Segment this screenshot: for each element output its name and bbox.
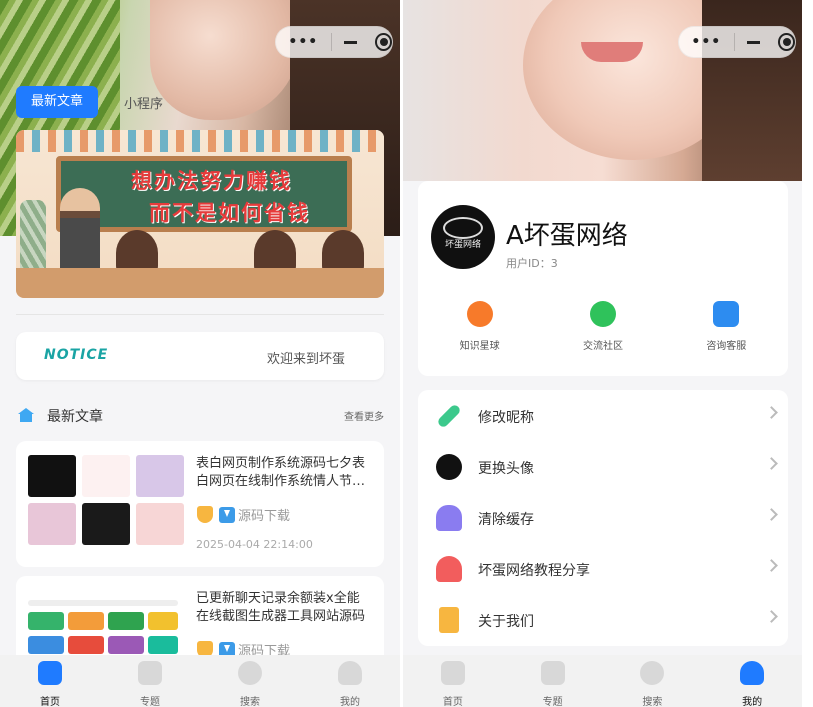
broom-icon <box>436 505 462 531</box>
profile-screen: ••• 坏蛋网络 A坏蛋网络 用户ID：3 知识星球 交流社区 咨询客服 修改昵… <box>403 0 802 707</box>
chat-icon <box>589 301 616 327</box>
shield-icon <box>197 506 213 523</box>
chevron-right-icon <box>765 406 778 419</box>
home-screen: ••• 最新文章 小程序 想办法努力赚钱 而不是如何省钱 NOTICE 欢迎来到… <box>0 0 400 707</box>
article-badges: 源码下载 <box>197 505 290 524</box>
search-icon <box>640 661 665 685</box>
chevron-right-icon <box>765 610 778 623</box>
banner-image[interactable]: 想办法努力赚钱 而不是如何省钱 <box>16 130 384 298</box>
tabbar-item-home[interactable]: 首页 <box>403 655 503 707</box>
topic-icon <box>540 661 565 685</box>
tabbar-item-mine[interactable]: 我的 <box>702 655 802 707</box>
menu-item-clear-cache[interactable]: 清除缓存 <box>418 492 788 543</box>
profile-card: 坏蛋网络 A坏蛋网络 用户ID：3 知识星球 交流社区 咨询客服 <box>418 181 788 376</box>
article-title[interactable]: 表白网页制作系统源码七夕表白网页在线制作系统情人节… <box>196 455 372 491</box>
search-icon <box>238 661 262 685</box>
chalkboard: 想办法努力赚钱 而不是如何省钱 <box>56 156 352 232</box>
article-tag: 源码下载 <box>238 509 291 524</box>
menu-item-change-avatar[interactable]: 更换头像 <box>418 441 788 492</box>
tabbar-item-mine[interactable]: 我的 <box>300 655 400 707</box>
shortcut-community[interactable]: 交流社区 <box>541 299 664 359</box>
content-tabs: 最新文章 小程序 <box>16 86 163 118</box>
section-title: 最新文章 <box>47 409 103 425</box>
minimize-icon[interactable] <box>746 40 760 44</box>
tab-latest-articles[interactable]: 最新文章 <box>16 86 99 118</box>
close-icon[interactable] <box>777 33 796 51</box>
avatar[interactable]: 坏蛋网络 <box>431 205 495 269</box>
minimize-icon[interactable] <box>343 40 357 44</box>
home-icon <box>38 661 62 685</box>
notice-bar[interactable]: NOTICE 欢迎来到坏蛋 <box>16 332 384 380</box>
miniprogram-capsule[interactable]: ••• <box>275 26 393 58</box>
planet-icon <box>466 301 493 327</box>
home-icon <box>18 408 34 422</box>
shortcut-row: 知识星球 交流社区 咨询客服 <box>418 299 788 359</box>
article-card[interactable]: 表白网页制作系统源码七夕表白网页在线制作系统情人节… 源码下载 2025-04-… <box>16 441 384 567</box>
user-name: A坏蛋网络 <box>506 221 628 251</box>
service-icon <box>713 301 740 327</box>
banner-line-1: 想办法努力赚钱 <box>131 169 292 193</box>
bell-icon <box>436 556 462 582</box>
more-icon[interactable]: ••• <box>679 34 734 50</box>
tabbar-item-topic[interactable]: 专题 <box>100 655 200 707</box>
menu-item-about-us[interactable]: 关于我们 <box>418 594 788 645</box>
article-date: 2025-04-04 22:14:00 <box>196 538 313 551</box>
shortcut-customer-service[interactable]: 咨询客服 <box>665 299 788 359</box>
avatar-text: 坏蛋网络 <box>444 240 481 250</box>
edit-icon <box>436 403 462 429</box>
bottom-tabbar: 首页 专题 搜索 我的 <box>403 655 802 707</box>
user-icon <box>740 661 765 685</box>
home-icon <box>440 661 465 685</box>
tab-miniprogram[interactable]: 小程序 <box>124 93 163 112</box>
download-icon <box>219 506 235 523</box>
user-icon <box>338 661 362 685</box>
notice-logo: NOTICE <box>44 347 109 363</box>
shortcut-knowledge-planet[interactable]: 知识星球 <box>418 299 541 359</box>
tabbar-item-search[interactable]: 搜索 <box>603 655 703 707</box>
bottom-tabbar: 首页 专题 搜索 我的 <box>0 655 400 707</box>
miniprogram-capsule[interactable]: ••• <box>678 26 796 58</box>
notice-message: 欢迎来到坏蛋 <box>267 352 346 367</box>
tabbar-item-home[interactable]: 首页 <box>0 655 100 707</box>
menu-item-edit-nickname[interactable]: 修改昵称 <box>418 390 788 441</box>
book-icon <box>439 607 459 633</box>
tabbar-item-search[interactable]: 搜索 <box>200 655 300 707</box>
chevron-right-icon <box>765 559 778 572</box>
article-thumbnail <box>28 455 184 549</box>
topic-icon <box>138 661 162 685</box>
view-more-link[interactable]: 查看更多 <box>344 408 384 423</box>
chevron-right-icon <box>765 457 778 470</box>
close-icon[interactable] <box>374 33 393 51</box>
section-header: 最新文章 查看更多 <box>16 404 384 426</box>
more-icon[interactable]: ••• <box>276 34 331 50</box>
article-title[interactable]: 已更新聊天记录余额装x全能在线截图生成器工具网站源码 <box>196 590 372 626</box>
banner-line-2: 而不是如何省钱 <box>149 201 310 225</box>
avatar-icon <box>436 454 462 480</box>
user-id: 用户ID：3 <box>506 257 558 270</box>
settings-menu: 修改昵称 更换头像 清除缓存 坏蛋网络教程分享 关于我们 <box>418 390 788 646</box>
tabbar-item-topic[interactable]: 专题 <box>503 655 603 707</box>
menu-item-tutorial-share[interactable]: 坏蛋网络教程分享 <box>418 543 788 594</box>
chevron-right-icon <box>765 508 778 521</box>
